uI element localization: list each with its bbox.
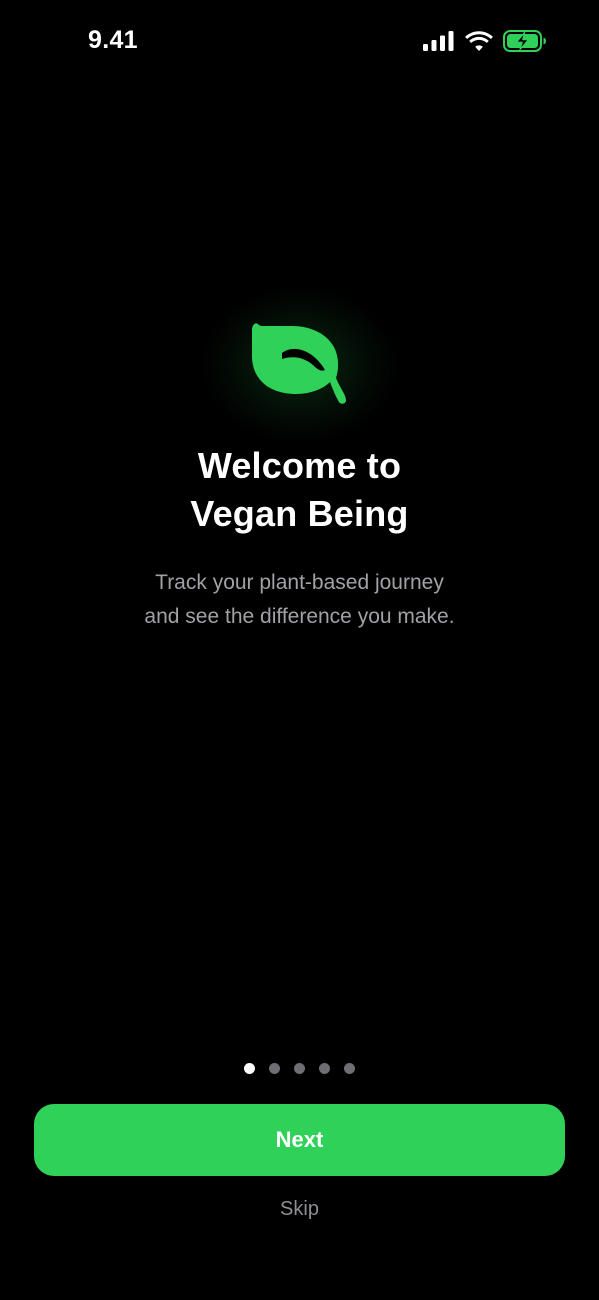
status-icons — [423, 28, 547, 54]
status-time: 9.41 — [88, 26, 138, 54]
wifi-icon — [465, 30, 493, 51]
status-bar: 9.41 — [0, 0, 599, 80]
cellular-signal-icon — [423, 31, 454, 51]
page-subtitle-line: Track your plant-based journey — [155, 571, 444, 594]
page-indicator — [0, 1063, 599, 1074]
battery-charging-icon — [503, 30, 546, 52]
page-dot-1[interactable] — [244, 1063, 255, 1074]
leaf-logo — [190, 280, 410, 450]
page-subtitle: Track your plant-based journey and see t… — [0, 566, 599, 634]
page-subtitle-line: and see the difference you make. — [144, 605, 455, 628]
welcome-hero: Welcome to Vegan Being Track your plant-… — [0, 280, 599, 634]
page-dot-5[interactable] — [344, 1063, 355, 1074]
leaf-icon — [251, 323, 346, 404]
page-title: Welcome to Vegan Being — [0, 442, 599, 538]
next-button[interactable]: Next — [34, 1104, 565, 1176]
page-dot-2[interactable] — [269, 1063, 280, 1074]
onboarding-screen: 9.41 Welcome to Vegan Being Track your p… — [0, 0, 599, 1300]
skip-button[interactable]: Skip — [0, 1198, 599, 1221]
page-title-line: Vegan Being — [190, 493, 409, 534]
page-dot-3[interactable] — [294, 1063, 305, 1074]
page-dot-4[interactable] — [319, 1063, 330, 1074]
